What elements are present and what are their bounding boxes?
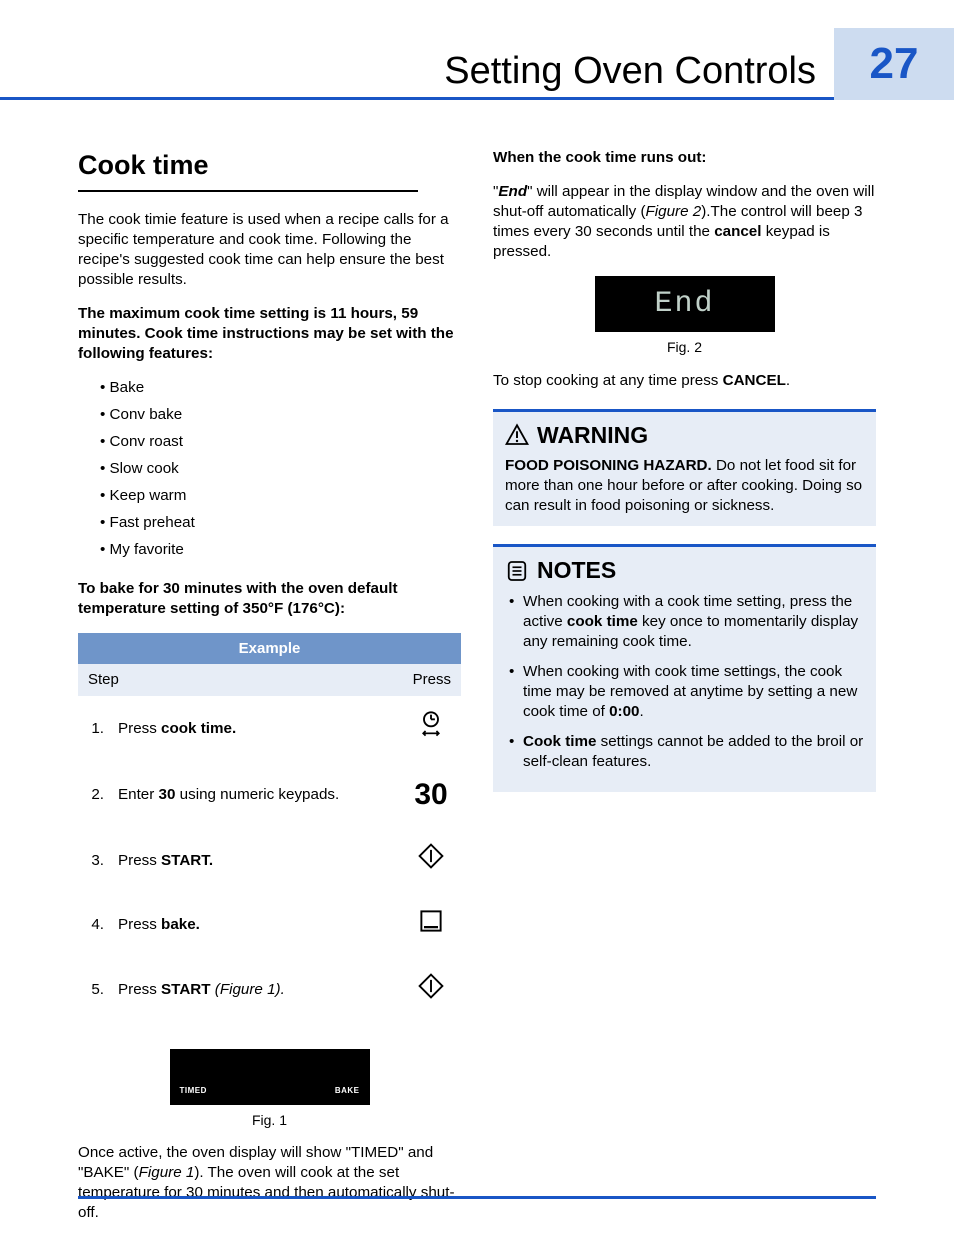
after-figure-1-paragraph: Once active, the oven display will show … (78, 1143, 461, 1223)
step-text: Enter 30 using numeric keypads. (108, 761, 401, 829)
right-column: When the cook time runs out: "End" will … (493, 148, 876, 1237)
notes-icon (505, 559, 529, 583)
runs-out-heading: When the cook time runs out: (493, 148, 876, 168)
table-subheader-press: Press (401, 664, 461, 696)
left-column: Cook time The cook timie feature is used… (78, 148, 461, 1237)
start-icon (401, 828, 461, 893)
list-item: Fast preheat (96, 513, 461, 533)
table-header: Example (78, 633, 461, 665)
figure-1: TIMED BAKE (170, 1049, 370, 1105)
figure-1-bake-label: BAKE (335, 1086, 360, 1097)
figure-2-caption: Fig. 2 (493, 338, 876, 356)
step-text: Press bake. (108, 893, 401, 958)
notes-list: When cooking with a cook time setting, p… (505, 592, 864, 773)
intro-paragraph: The cook timie feature is used when a re… (78, 210, 461, 290)
list-item: Keep warm (96, 486, 461, 506)
thirty-icon: 30 (401, 761, 461, 829)
warning-callout: WARNING FOOD POISONING HAZARD. Do not le… (493, 409, 876, 527)
bake-instruction: To bake for 30 minutes with the oven def… (78, 579, 461, 619)
step-text: Press START (Figure 1). (108, 958, 401, 1023)
page-title: Setting Oven Controls (78, 50, 834, 100)
step-number: 2. (78, 761, 108, 829)
stop-cooking-paragraph: To stop cooking at any time press CANCEL… (493, 371, 876, 391)
step-number: 3. (78, 828, 108, 893)
runs-out-paragraph: "End" will appear in the display window … (493, 182, 876, 262)
section-heading-cook-time: Cook time (78, 148, 461, 184)
step-text: Press cook time. (108, 696, 401, 761)
page-number-band: 27 (834, 28, 954, 100)
list-item: Conv roast (96, 432, 461, 452)
figure-2: End (595, 276, 775, 332)
example-table: Example Step Press 1. Press cook time. 2… (78, 633, 461, 1023)
list-item: When cooking with cook time settings, th… (509, 662, 864, 722)
list-item: Bake (96, 378, 461, 398)
header-rule-left (0, 97, 78, 100)
list-item: My favorite (96, 540, 461, 560)
figure-1-timed-label: TIMED (180, 1086, 207, 1097)
step-number: 5. (78, 958, 108, 1023)
clock-icon (401, 696, 461, 761)
warning-title: WARNING (505, 420, 864, 450)
features-list: Bake Conv bake Conv roast Slow cook Keep… (78, 378, 461, 560)
page-number: 27 (870, 39, 919, 89)
page-header: Setting Oven Controls (0, 28, 954, 100)
footer-rule (78, 1196, 876, 1199)
warning-icon (505, 423, 529, 447)
section-rule (78, 190, 418, 192)
step-number: 1. (78, 696, 108, 761)
step-number: 4. (78, 893, 108, 958)
warning-body: FOOD POISONING HAZARD. Do not let food s… (505, 456, 864, 516)
start-icon (401, 958, 461, 1023)
list-item: Cook time settings cannot be added to th… (509, 732, 864, 772)
figure-2-text: End (654, 285, 714, 325)
list-item: When cooking with a cook time setting, p… (509, 592, 864, 652)
list-item: Conv bake (96, 405, 461, 425)
notes-callout: NOTES When cooking with a cook time sett… (493, 544, 876, 792)
notes-title: NOTES (505, 555, 864, 585)
max-cook-time-paragraph: The maximum cook time setting is 11 hour… (78, 304, 461, 364)
list-item: Slow cook (96, 459, 461, 479)
step-text: Press START. (108, 828, 401, 893)
table-subheader-step: Step (78, 664, 401, 696)
figure-1-caption: Fig. 1 (78, 1111, 461, 1129)
bake-icon (401, 893, 461, 958)
